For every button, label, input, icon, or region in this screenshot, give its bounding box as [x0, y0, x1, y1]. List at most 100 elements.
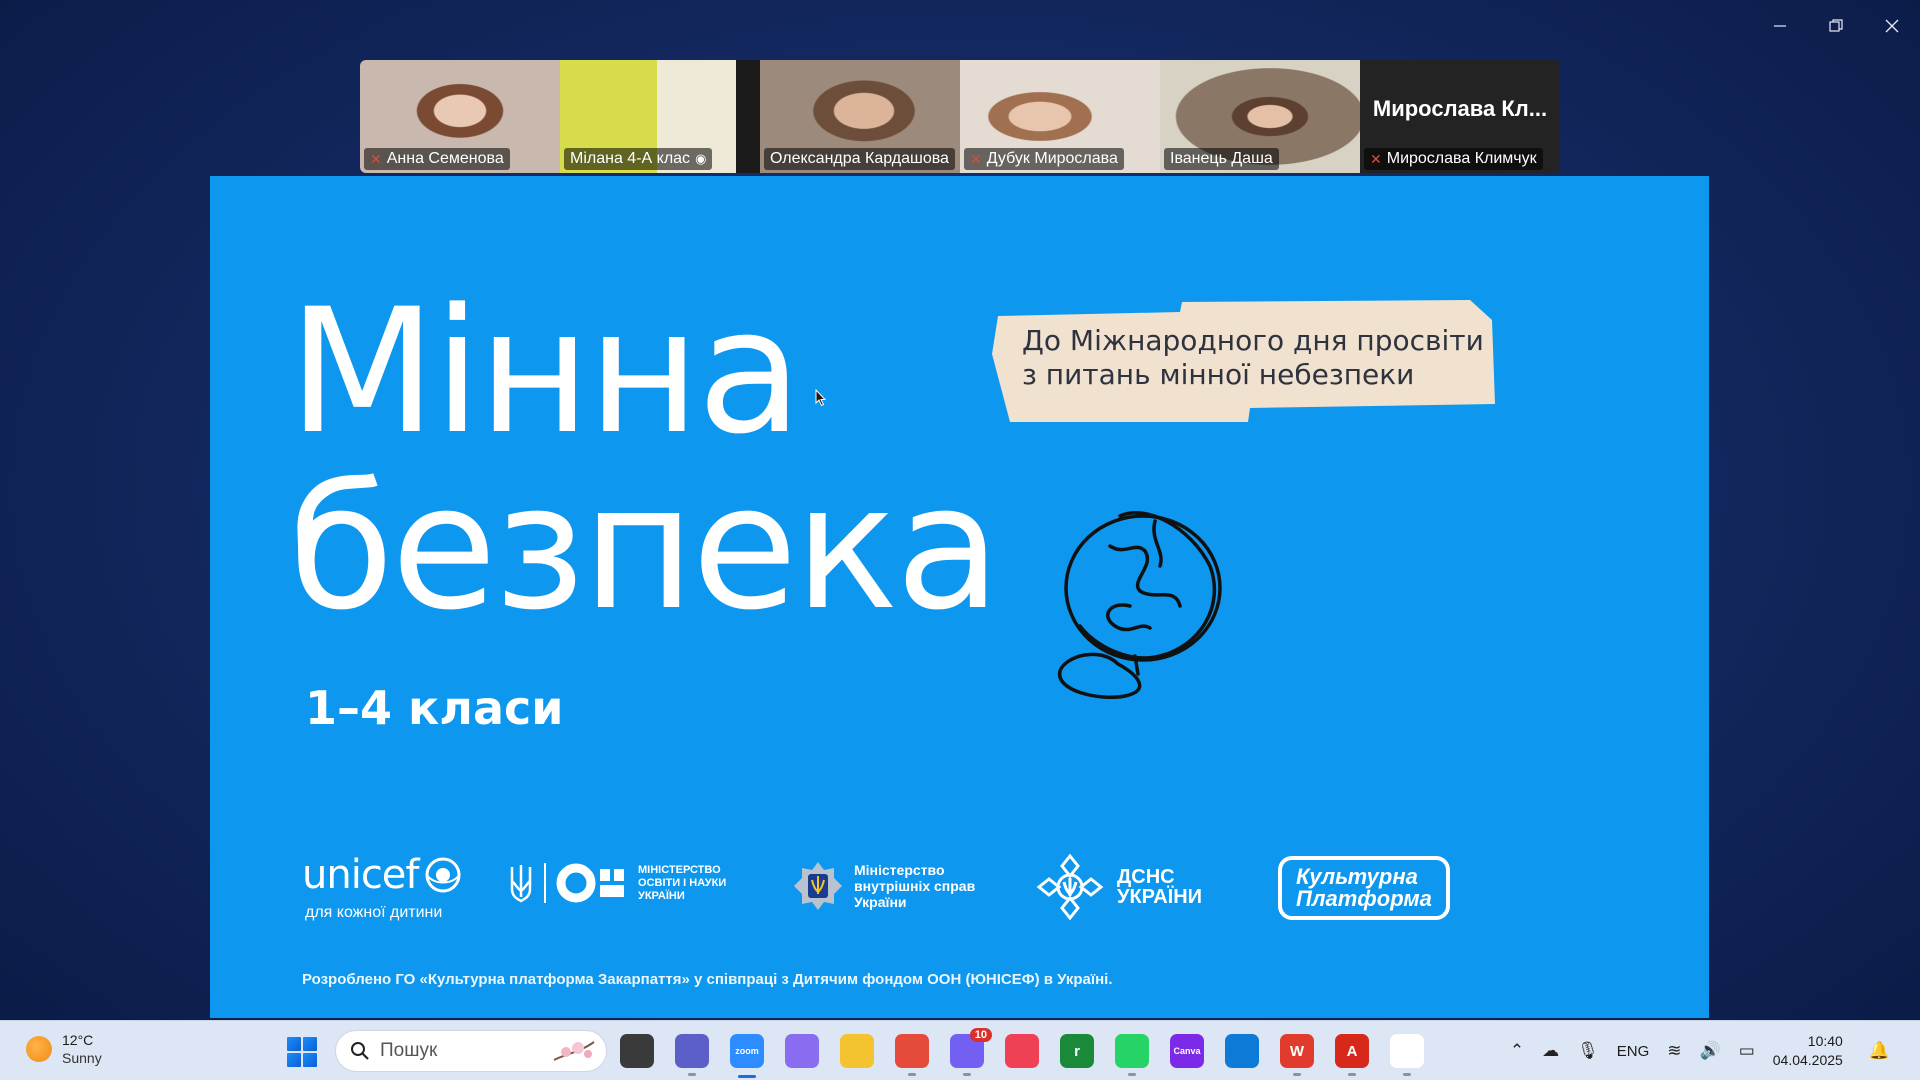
divider [544, 863, 546, 903]
taskbar: 12°C Sunny Пошук zoom 10 r Canva W A ⌃ ☁ 🎙 EN… [0, 1020, 1920, 1080]
participant-tile[interactable]: Мілана 4-А клас ◉ [560, 60, 736, 173]
mon-text-line: Міністерство [638, 863, 721, 876]
microphone-icon[interactable]: 🎙 [1577, 1041, 1599, 1061]
file-explorer-app-button[interactable] [840, 1034, 874, 1068]
participant-name-chip: Олександра Кардашова [764, 148, 955, 170]
mon-logo: Міністерство освіти і науки України [508, 863, 726, 903]
wifi-icon[interactable]: ≋ [1667, 1041, 1681, 1061]
mic-muted-icon: ✕ [370, 150, 382, 167]
wps-office-icon: W [1289, 1042, 1305, 1060]
mvs-text-line: України [854, 894, 907, 910]
rakuten-icon: r [1074, 1042, 1080, 1060]
participant-name-chip: ✕ Мирослава Климчук [1364, 148, 1543, 170]
copilot-app-button[interactable] [785, 1034, 819, 1068]
clock[interactable]: 10:40 04.04.2025 [1773, 1032, 1843, 1070]
minimize-button[interactable] [1752, 0, 1808, 52]
taskbar-search[interactable]: Пошук [335, 1030, 607, 1072]
rakuten-app-button[interactable]: r [1060, 1034, 1094, 1068]
mvs-text: Міністерство внутрішніх справ України [854, 862, 975, 910]
slide-note-line-2: з питань мінної небезпеки [1022, 358, 1415, 391]
mon-text-line: України [638, 889, 685, 902]
participant-name: Дубук Мирослава [986, 150, 1118, 167]
search-placeholder: Пошук [380, 1040, 438, 1061]
windows-logo-tile [303, 1037, 317, 1051]
mic-muted-icon: ✕ [970, 150, 982, 167]
participant-name-chip: Іванець Даша [1164, 148, 1279, 170]
participant-tile[interactable]: Мирослава Кл... ✕ Мирослава Климчук [1360, 60, 1560, 173]
sun-icon [26, 1036, 52, 1062]
dsns-emblem-icon [1036, 853, 1104, 921]
dsns-logo: ДСНС УКРАЇНИ [1035, 852, 1202, 922]
notification-badge: 10 [969, 1028, 992, 1042]
zoom-app-button[interactable]: zoom [730, 1034, 764, 1068]
pocket-app-button[interactable] [1005, 1034, 1039, 1068]
wps-office-app-button[interactable]: W [1280, 1034, 1314, 1068]
windows-logo-tile [287, 1053, 301, 1067]
participant-tile-active-speaker[interactable]: Олександра Кардашова [760, 60, 960, 173]
running-app-indicator [1293, 1073, 1301, 1076]
mvs-text-line: внутрішніх справ [854, 878, 976, 894]
participant-name: Анна Семенова [386, 150, 504, 167]
clock-time: 10:40 [1807, 1033, 1843, 1049]
running-app-indicator [1128, 1073, 1136, 1076]
notepad-app-button[interactable] [1390, 1034, 1424, 1068]
participant-display-name: Мирослава Кл... [1372, 95, 1548, 121]
unicef-wordmark: unicef [302, 852, 419, 898]
viber-app-button[interactable]: 10 [950, 1028, 992, 1068]
start-button[interactable] [287, 1037, 317, 1067]
mon-emblem-icon [556, 863, 624, 903]
restore-button[interactable] [1808, 0, 1864, 52]
windows-logo-tile [287, 1037, 301, 1051]
mic-muted-icon: ✕ [1370, 150, 1382, 167]
slide-grades: 1–4 класи [305, 681, 564, 735]
onedrive-cloud-icon[interactable]: ☁ [1542, 1041, 1559, 1061]
trident-icon [510, 865, 532, 903]
shared-slide: Мінна безпека 1–4 класи До Міжнародного … [210, 176, 1709, 1018]
mon-text-line: освіти і науки [638, 876, 727, 889]
mouse-cursor-icon [815, 389, 827, 407]
chevron-up-icon[interactable]: ⌃ [1510, 1041, 1524, 1061]
weather-condition: Sunny [62, 1050, 102, 1066]
running-app-indicator [1348, 1073, 1356, 1076]
kp-text-line: Культурна [1296, 864, 1418, 889]
close-icon [1885, 19, 1899, 33]
task-view-app-button[interactable] [620, 1034, 654, 1068]
clock-date: 04.04.2025 [1772, 1052, 1843, 1068]
whatsapp-app-button[interactable] [1115, 1034, 1149, 1068]
participant-tile[interactable]: ✕ Дубук Мирослава [960, 60, 1160, 173]
notifications-bell-icon[interactable]: 🔔 [1869, 1041, 1890, 1061]
running-app-indicator [688, 1073, 696, 1076]
participant-tile[interactable]: Іванець Даша [1160, 60, 1360, 173]
weather-widget[interactable]: 12°C Sunny [26, 1031, 102, 1067]
teams-meet-app-button[interactable] [675, 1034, 709, 1068]
volume-icon[interactable]: 🔊 [1700, 1041, 1721, 1061]
active-app-indicator [738, 1075, 756, 1078]
weather-temp: 12°C [62, 1032, 94, 1048]
window-controls [1752, 0, 1920, 52]
mvs-badge-icon [794, 862, 842, 910]
chrome-app-button[interactable] [895, 1034, 929, 1068]
windows-logo-tile [303, 1053, 317, 1067]
zoom-icon: zoom [735, 1046, 759, 1056]
kultura-platforma-logo: Культурна Платформа [1278, 856, 1450, 920]
participant-name-chip: ✕ Дубук Мирослава [964, 148, 1124, 170]
acrobat-app-button[interactable]: A [1335, 1034, 1369, 1068]
screen-share-icon: ◉ [695, 151, 707, 166]
minimize-icon [1774, 25, 1786, 27]
participant-tile[interactable] [736, 60, 760, 173]
participant-tile[interactable]: ✕ Анна Семенова [360, 60, 560, 173]
unicef-emblem-icon [425, 857, 460, 893]
participant-name-chip: ✕ Анна Семенова [364, 148, 510, 170]
battery-icon[interactable]: ▭ [1739, 1041, 1755, 1061]
dsns-text: ДСНС УКРАЇНИ [1117, 867, 1202, 907]
canva-icon: Canva [1173, 1046, 1201, 1056]
running-app-indicator [908, 1073, 916, 1076]
kultura-platforma-box: Культурна Платформа [1278, 856, 1450, 920]
participant-name-chip: Мілана 4-А клас ◉ [564, 148, 713, 170]
close-button[interactable] [1864, 0, 1920, 52]
canva-app-button[interactable]: Canva [1170, 1034, 1204, 1068]
edge-app-button[interactable] [1225, 1034, 1259, 1068]
mon-text: Міністерство освіти і науки України [638, 864, 726, 903]
language-indicator[interactable]: ENG [1617, 1043, 1650, 1060]
system-tray: ⌃ ☁ 🎙 ENG ≋ 🔊 ▭ 10:40 04.04.2025 🔔 [1510, 1021, 1890, 1080]
